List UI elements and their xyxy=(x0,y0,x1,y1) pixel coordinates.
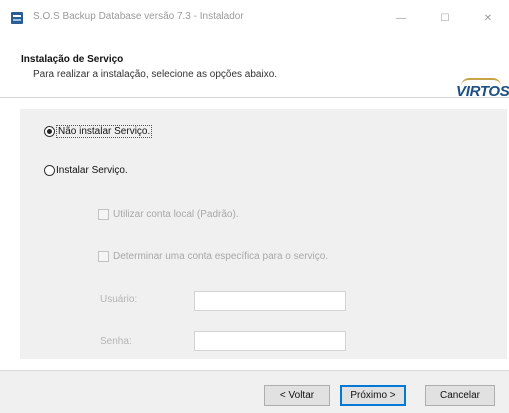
window-title: S.O.S Backup Database versão 7.3 - Insta… xyxy=(33,11,244,22)
radio-install[interactable]: Instalar Serviço. xyxy=(44,165,128,176)
close-icon: ✕ xyxy=(483,12,493,24)
cancel-button[interactable]: Cancelar xyxy=(425,385,495,406)
options-panel xyxy=(20,109,507,359)
radio-unselected-icon[interactable] xyxy=(44,165,55,176)
next-button[interactable]: Próximo > xyxy=(340,385,406,406)
checkbox-specific-account-label: Determinar uma conta específica para o s… xyxy=(113,251,329,262)
wizard-header: Instalação de Serviço Para realizar a in… xyxy=(0,34,509,100)
password-label: Senha: xyxy=(100,336,132,347)
maximize-icon: ☐ xyxy=(440,12,450,24)
header-divider xyxy=(0,97,509,98)
title-bar: S.O.S Backup Database versão 7.3 - Insta… xyxy=(0,0,509,34)
page-subtitle: Para realizar a instalação, selecione as… xyxy=(33,69,278,80)
checkbox-local-account[interactable]: Utilizar conta local (Padrão). xyxy=(98,209,239,220)
radio-selected-icon[interactable] xyxy=(44,126,55,137)
maximize-button[interactable]: ☐ xyxy=(425,5,465,31)
close-button[interactable]: ✕ xyxy=(468,5,508,31)
minimize-icon: — xyxy=(396,12,406,24)
password-input[interactable] xyxy=(194,331,346,351)
app-icon xyxy=(11,12,23,24)
page-title: Instalação de Serviço xyxy=(21,54,124,65)
checkbox-specific-account[interactable]: Determinar uma conta específica para o s… xyxy=(98,251,328,262)
checkbox-icon[interactable] xyxy=(98,251,109,262)
radio-no-install[interactable]: Não instalar Serviço. xyxy=(44,125,153,138)
minimize-button[interactable]: — xyxy=(381,5,421,31)
radio-install-label: Instalar Serviço. xyxy=(56,165,128,176)
user-label: Usuário: xyxy=(100,294,138,305)
user-input[interactable] xyxy=(194,291,346,311)
radio-no-install-label: Não instalar Serviço. xyxy=(56,125,153,138)
checkbox-icon[interactable] xyxy=(98,209,109,220)
back-button[interactable]: < Voltar xyxy=(264,385,330,406)
checkbox-local-account-label: Utilizar conta local (Padrão). xyxy=(113,209,239,220)
